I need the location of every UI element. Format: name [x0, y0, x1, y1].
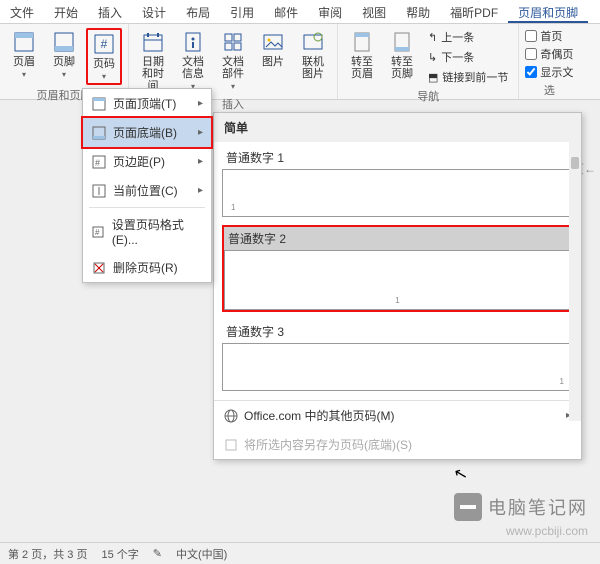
tab-help[interactable]: 帮助 — [396, 0, 440, 23]
menu-page-bottom[interactable]: 页面底端(B)▸ — [81, 116, 213, 149]
gallery-scrollbar[interactable] — [569, 137, 581, 421]
group-options: 首页 奇偶页 显示文 选 — [519, 24, 579, 99]
svg-text:#: # — [101, 37, 108, 51]
menu-remove-page-number[interactable]: 删除页码(R) — [83, 253, 211, 282]
tab-mail[interactable]: 邮件 — [264, 0, 308, 23]
next-button[interactable]: ↳下一条 — [424, 48, 512, 66]
page-bottom-icon — [91, 125, 107, 141]
picture-icon — [261, 30, 285, 54]
tab-design[interactable]: 设计 — [132, 0, 176, 23]
goto-header-button[interactable]: 转至页眉 — [344, 28, 380, 82]
menu-page-top[interactable]: 页面顶端(T)▸ — [83, 89, 211, 118]
menu-current-position[interactable]: 当前位置(C)▸ — [83, 176, 211, 205]
page-top-icon — [91, 96, 107, 112]
watermark-url: www.pcbiji.com — [454, 524, 588, 538]
office-more-page-numbers[interactable]: Office.com 中的其他页码(M)▸ — [214, 401, 581, 430]
link-icon: ⬒ — [428, 71, 438, 84]
gallery-item-1[interactable]: 普通数字 1 1 — [222, 146, 573, 217]
date-time-button[interactable]: 日期和时间 — [135, 28, 171, 94]
gallery-footer: Office.com 中的其他页码(M)▸ 将所选内容另存为页码(底端)(S) — [214, 400, 581, 459]
group-label-nav: 导航 — [417, 86, 439, 104]
tab-foxit[interactable]: 福昕PDF — [440, 0, 508, 23]
current-pos-icon — [91, 183, 107, 199]
tab-header-footer[interactable]: 页眉和页脚 — [508, 0, 588, 23]
doc-parts-icon — [221, 30, 245, 54]
save-icon — [224, 438, 238, 452]
svg-text:#: # — [95, 158, 100, 168]
watermark-logo-icon — [454, 493, 482, 521]
doc-parts-button[interactable]: 文档部件▾ — [215, 28, 251, 93]
tab-insert[interactable]: 插入 — [88, 0, 132, 23]
header-icon — [12, 30, 36, 54]
gallery-header: 简单 — [214, 113, 581, 142]
page-number-icon: # — [92, 32, 116, 56]
prev-icon: ↰ — [428, 31, 437, 44]
page-bottom-gallery: 简单 普通数字 1 1 普通数字 2 1 普通数字 3 1 Office.com… — [213, 112, 582, 460]
footer-icon — [52, 30, 76, 54]
next-icon: ↳ — [428, 51, 437, 64]
tab-review[interactable]: 审阅 — [308, 0, 352, 23]
online-picture-button[interactable]: 联机图片 — [295, 28, 331, 82]
watermark: 电脑笔记网 www.pcbiji.com — [454, 493, 588, 538]
show-text-checkbox[interactable]: 显示文 — [525, 64, 573, 80]
status-language[interactable]: 中文(中国) — [176, 546, 227, 562]
prev-button[interactable]: ↰上一条 — [424, 28, 512, 46]
doc-info-icon — [181, 30, 205, 54]
page-number-button[interactable]: # 页码▾ — [86, 28, 122, 85]
menu-format-page-number[interactable]: # 设置页码格式(E)... — [83, 210, 211, 253]
group-label-insert: 插入 — [222, 94, 244, 112]
save-selection-as-page-number: 将所选内容另存为页码(底端)(S) — [214, 430, 581, 459]
doc-info-button[interactable]: 文档信息▾ — [175, 28, 211, 93]
gallery-item-3[interactable]: 普通数字 3 1 — [222, 320, 573, 391]
link-prev-button[interactable]: ⬒链接到前一节 — [424, 68, 512, 86]
date-time-icon — [141, 30, 165, 54]
globe-icon — [224, 409, 238, 423]
group-label-opt: 选 — [544, 80, 555, 98]
tab-references[interactable]: 引用 — [220, 0, 264, 23]
status-words[interactable]: 15 个字 — [101, 546, 138, 562]
tab-home[interactable]: 开始 — [44, 0, 88, 23]
format-icon: # — [91, 224, 106, 240]
status-proofing-icon[interactable]: ✎ — [153, 547, 162, 560]
picture-button[interactable]: 图片 — [255, 28, 291, 70]
page-margin-icon: # — [91, 154, 107, 170]
group-navigation: 转至页眉 转至页脚 ↰上一条 ↳下一条 ⬒链接到前一节 导航 — [338, 24, 519, 99]
chevron-right-icon: ▸ — [198, 98, 203, 109]
first-page-diff-checkbox[interactable]: 首页 — [525, 28, 573, 44]
page-number-menu: 页面顶端(T)▸ 页面底端(B)▸ # 页边距(P)▸ 当前位置(C)▸ # 设… — [82, 88, 212, 283]
mouse-cursor: ↖ — [452, 463, 470, 486]
remove-icon — [91, 260, 107, 276]
menu-page-margin[interactable]: # 页边距(P)▸ — [83, 147, 211, 176]
tab-file[interactable]: 文件 — [0, 0, 44, 23]
chevron-right-icon: ▸ — [198, 185, 203, 196]
footer-button[interactable]: 页脚▾ — [46, 28, 82, 81]
goto-footer-icon — [390, 30, 414, 54]
gallery-item-2[interactable]: 普通数字 2 1 — [222, 225, 573, 312]
watermark-title: 电脑笔记网 — [488, 494, 588, 520]
header-button[interactable]: 页眉▾ — [6, 28, 42, 81]
svg-text:#: # — [95, 228, 100, 237]
status-bar: 第 2 页，共 3 页 15 个字 ✎ 中文(中国) — [0, 542, 600, 564]
goto-footer-button[interactable]: 转至页脚 — [384, 28, 420, 82]
menu-separator — [89, 207, 205, 208]
odd-even-diff-checkbox[interactable]: 奇偶页 — [525, 46, 573, 62]
ribbon-tabs: 文件 开始 插入 设计 布局 引用 邮件 审阅 视图 帮助 福昕PDF 页眉和页… — [0, 0, 600, 24]
online-picture-icon — [301, 30, 325, 54]
status-page[interactable]: 第 2 页，共 3 页 — [8, 546, 87, 562]
goto-header-icon — [350, 30, 374, 54]
gallery-scroll[interactable]: 普通数字 1 1 普通数字 2 1 普通数字 3 1 — [214, 142, 581, 400]
tab-view[interactable]: 视图 — [352, 0, 396, 23]
chevron-right-icon: ▸ — [198, 156, 203, 167]
chevron-right-icon: ▸ — [198, 127, 203, 138]
tab-layout[interactable]: 布局 — [176, 0, 220, 23]
